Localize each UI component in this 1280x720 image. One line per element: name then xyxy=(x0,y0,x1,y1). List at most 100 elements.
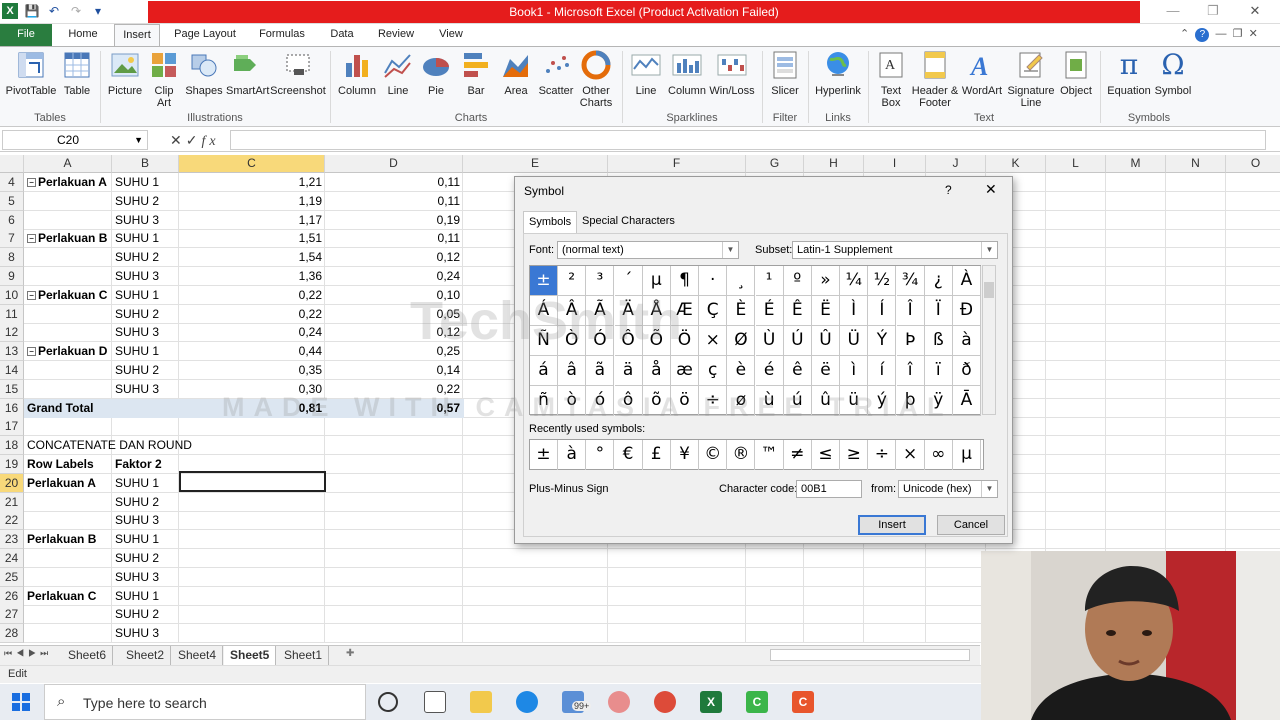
symbol-cell[interactable]: ó xyxy=(586,386,615,416)
symbol-cell[interactable]: Ð xyxy=(953,296,981,326)
taskbar-search[interactable]: ⌕ Type here to search xyxy=(44,684,366,720)
cell-b[interactable]: SUHU 2 xyxy=(112,305,179,324)
collapse-icon[interactable]: − xyxy=(27,178,36,187)
camtasia-recorder-icon[interactable]: C xyxy=(746,691,768,713)
cell-c[interactable]: 0,81 xyxy=(179,399,325,418)
cell-b[interactable]: SUHU 2 xyxy=(112,605,179,624)
symbol-cell[interactable]: Á xyxy=(530,296,558,326)
column-header-j[interactable]: J xyxy=(926,155,986,173)
cell-b[interactable]: SUHU 2 xyxy=(112,361,179,380)
sheet-tab-sheet6[interactable]: Sheet6 xyxy=(62,646,114,665)
other-charts-button[interactable]: Other Charts xyxy=(576,49,616,109)
symbol-cell[interactable]: ß xyxy=(924,326,953,356)
chrome-icon[interactable] xyxy=(654,691,676,713)
cell-d[interactable]: 0,11 xyxy=(325,192,463,211)
cell-a[interactable]: CONCATENATE DAN ROUND xyxy=(24,436,192,455)
cell-b[interactable]: SUHU 3 xyxy=(112,568,179,587)
cell-a[interactable]: − Perlakuan D xyxy=(24,342,112,361)
symbol-cell[interactable]: õ xyxy=(642,386,671,416)
symbol-cell[interactable]: ç xyxy=(699,356,728,386)
symbol-cell[interactable]: Ø xyxy=(727,326,756,356)
column-header-b[interactable]: B xyxy=(112,155,179,173)
symbol-cell[interactable]: ¹ xyxy=(755,266,784,296)
tab-page-layout[interactable]: Page Layout xyxy=(168,24,242,46)
row-header[interactable]: 20 xyxy=(0,473,24,493)
maximize-button[interactable]: ❐ xyxy=(1198,3,1228,21)
workbook-minimize-icon[interactable]: — xyxy=(1215,28,1226,40)
recent-symbol[interactable]: ÷ xyxy=(868,440,897,470)
cell-a[interactable]: Grand Total xyxy=(24,399,112,418)
symbol-cell[interactable]: Ä xyxy=(614,296,643,326)
cell-a[interactable] xyxy=(24,605,112,624)
symbol-cell[interactable]: Î xyxy=(896,296,925,326)
enter-icon[interactable]: ✓ xyxy=(186,132,202,148)
cell-b[interactable]: SUHU 3 xyxy=(112,323,179,342)
cell-d[interactable] xyxy=(325,587,463,606)
column-header-f[interactable]: F xyxy=(608,155,746,173)
tab-insert[interactable]: Insert xyxy=(114,24,160,46)
collapse-icon[interactable]: − xyxy=(27,290,36,300)
row-header[interactable]: 28 xyxy=(0,624,24,643)
recent-symbol[interactable]: ≠ xyxy=(784,440,812,470)
symbol-cell[interactable]: µ xyxy=(642,266,671,296)
sheet-tab-sheet4[interactable]: Sheet4 xyxy=(172,646,224,665)
symbol-cell[interactable]: Þ xyxy=(896,326,925,356)
minimize-ribbon-icon[interactable]: ⌃ xyxy=(1180,28,1189,40)
cell-b[interactable]: SUHU 3 xyxy=(112,511,179,530)
cell-d[interactable]: 0,05 xyxy=(325,305,463,324)
symbol-cell[interactable]: ¿ xyxy=(924,266,953,296)
symbol-cell[interactable]: û xyxy=(812,386,840,416)
symbol-cell[interactable]: Ü xyxy=(840,326,869,356)
recent-symbol[interactable]: à xyxy=(558,440,587,470)
store-icon[interactable]: 99+ xyxy=(562,691,592,713)
cell-c[interactable] xyxy=(179,530,325,549)
symbol-cell[interactable]: Ã xyxy=(586,296,615,326)
row-header[interactable]: 17 xyxy=(0,417,24,437)
cell-c[interactable] xyxy=(179,436,325,455)
cell-c[interactable] xyxy=(179,587,325,606)
row-header[interactable]: 12 xyxy=(0,323,24,343)
symbol-button[interactable]: Ω Symbol xyxy=(1154,49,1192,98)
cell-b[interactable]: Faktor 2 xyxy=(112,455,179,474)
symbol-cell[interactable]: ø xyxy=(727,386,756,416)
symbol-cell[interactable]: ì xyxy=(840,356,869,386)
cell-b[interactable]: SUHU 3 xyxy=(112,624,179,643)
row-header[interactable]: 14 xyxy=(0,361,24,380)
cell-b[interactable]: SUHU 2 xyxy=(112,493,179,512)
cell-b[interactable]: SUHU 1 xyxy=(112,530,179,549)
symbol-cell[interactable]: ¾ xyxy=(896,266,925,296)
save-icon[interactable]: 💾 xyxy=(24,3,40,19)
cell-c[interactable]: 1,17 xyxy=(179,211,325,230)
sparkline-line-button[interactable]: Line xyxy=(628,49,664,97)
sparkline-winloss-button[interactable]: Win/Loss xyxy=(708,49,756,97)
cell-d[interactable]: 0,22 xyxy=(325,380,463,399)
cell-d[interactable]: 0,14 xyxy=(325,361,463,380)
cell-d[interactable]: 0,19 xyxy=(325,211,463,230)
symbol-cell[interactable]: Ë xyxy=(812,296,840,326)
recent-symbol[interactable]: ° xyxy=(586,440,615,470)
cell-d[interactable] xyxy=(325,455,463,474)
cell-b[interactable]: SUHU 2 xyxy=(112,248,179,267)
symbol-cell[interactable]: ê xyxy=(783,356,812,386)
cell-d[interactable] xyxy=(325,624,463,643)
row-header[interactable]: 10 xyxy=(0,285,24,305)
windows-start-icon[interactable] xyxy=(12,693,30,711)
undo-icon[interactable]: ↶ xyxy=(46,3,62,19)
symbol-cell[interactable]: Ú xyxy=(783,326,812,356)
recent-symbol[interactable]: ≤ xyxy=(812,440,840,470)
symbol-cell[interactable]: Å xyxy=(642,296,671,326)
tab-data[interactable]: Data xyxy=(322,24,362,46)
cell-c[interactable] xyxy=(179,549,325,568)
cell-c[interactable] xyxy=(179,493,325,512)
cell-b[interactable]: SUHU 3 xyxy=(112,267,179,286)
row-header[interactable]: 19 xyxy=(0,455,24,474)
row-header[interactable]: 27 xyxy=(0,605,24,625)
symbol-cell[interactable]: ÿ xyxy=(924,386,953,416)
minimize-button[interactable]: — xyxy=(1158,3,1188,21)
symbol-cell[interactable]: ü xyxy=(840,386,869,416)
active-cell-c20[interactable] xyxy=(179,471,326,492)
tab-review[interactable]: Review xyxy=(372,24,420,46)
sparkline-column-button[interactable]: Column xyxy=(666,49,708,97)
symbol-cell[interactable]: ½ xyxy=(868,266,897,296)
tab-symbols[interactable]: Symbols xyxy=(523,211,578,233)
